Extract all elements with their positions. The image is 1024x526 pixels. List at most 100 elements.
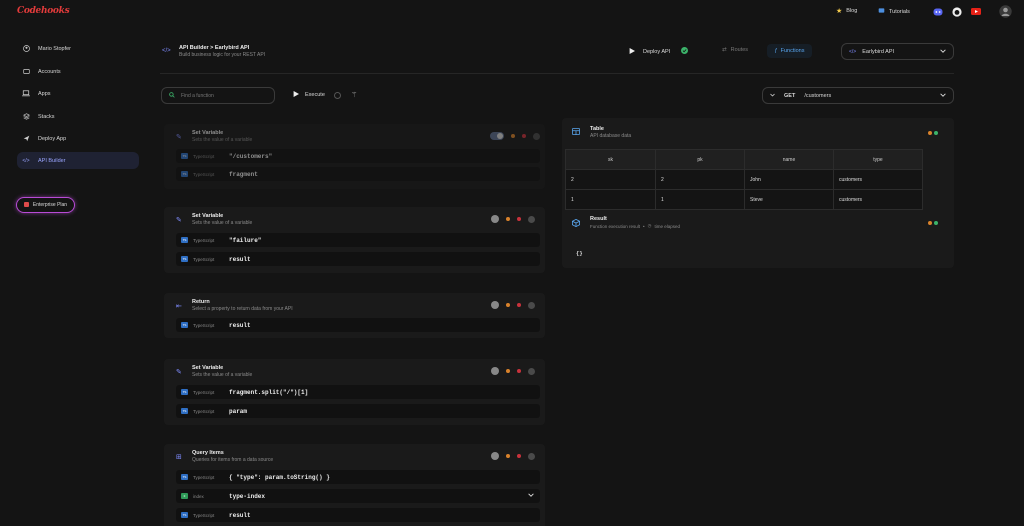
endpoint-selector[interactable]: GET /customers: [762, 87, 954, 104]
chevron-down-icon: [940, 92, 946, 99]
language-label: TypeScript: [193, 389, 215, 395]
star-icon: ★: [836, 8, 843, 15]
step-toggle[interactable]: [491, 301, 499, 309]
sidebar-item-apps[interactable]: Apps: [17, 85, 139, 102]
edit-icon: ✎: [176, 369, 182, 376]
language-label: TypeScript: [193, 256, 215, 262]
step-input-row[interactable]: TS TypeScript result: [176, 508, 540, 522]
tab-routes[interactable]: ⇄ Routes: [722, 47, 748, 53]
step-menu-dot[interactable]: [528, 301, 535, 309]
typescript-icon: TS: [181, 389, 188, 395]
table-row[interactable]: 2 2 John customers: [565, 169, 923, 190]
sidebar-item-stacks[interactable]: Stacks: [17, 108, 139, 125]
return-icon: ⇤: [176, 303, 182, 310]
laptop-icon: [22, 90, 30, 98]
table-cell: 1: [565, 189, 656, 210]
avatar[interactable]: [998, 4, 1012, 18]
step-input-row[interactable]: TS TypeScript { "type": param.toString()…: [176, 470, 540, 484]
language-label: TypeScript: [193, 322, 215, 328]
step-toggle[interactable]: [491, 367, 499, 375]
functions-label: Functions: [780, 48, 805, 54]
language-label: TypeScript: [193, 171, 215, 177]
column-header[interactable]: pk: [655, 149, 745, 170]
sidebar-item-label: Accounts: [38, 68, 61, 75]
step-card-set-variable-2[interactable]: ✎ Set Variable Sets the value of a varia…: [164, 207, 545, 273]
column-header[interactable]: type: [833, 149, 923, 170]
step-controls: [491, 301, 535, 309]
stacks-icon: [22, 113, 30, 121]
step-input-row[interactable]: TS TypeScript result: [176, 252, 540, 266]
sidebar-item-accounts[interactable]: Accounts: [17, 63, 139, 80]
sidebar-item-api-builder[interactable]: </> API Builder: [17, 152, 139, 169]
status-dot-orange: [506, 217, 510, 221]
step-controls: [491, 452, 535, 460]
step-description: Select a property to return data from yo…: [192, 306, 293, 312]
function-search[interactable]: [161, 87, 275, 104]
index-icon: ≡: [181, 493, 188, 499]
github-icon[interactable]: [951, 6, 962, 17]
status-dot-green: [934, 131, 938, 135]
edit-icon: ✎: [176, 134, 182, 141]
code-value: result: [229, 255, 251, 263]
status-dot-red: [517, 217, 521, 221]
discord-icon[interactable]: [932, 6, 943, 17]
execution-status-indicator: [334, 92, 341, 99]
step-menu-dot[interactable]: [528, 452, 535, 460]
table-row[interactable]: 1 1 Steve customers: [565, 189, 923, 210]
sidebar-item-label: Stacks: [38, 113, 55, 120]
api-selector[interactable]: </> Earlybird API: [841, 43, 954, 60]
table-cell: 1: [655, 189, 745, 210]
sidebar-item-label: Mario Stopfer: [38, 45, 72, 52]
status-dot-red: [522, 134, 526, 138]
typescript-icon: TS: [181, 256, 188, 262]
step-input-row[interactable]: TS TypeScript fragment: [176, 167, 540, 181]
step-input-row[interactable]: TS TypeScript result: [176, 318, 540, 332]
tutorials-link[interactable]: Tutorials: [878, 7, 910, 16]
step-menu-dot[interactable]: [528, 215, 535, 223]
code-icon: </>: [162, 48, 171, 54]
step-menu-dot[interactable]: [528, 367, 535, 375]
sidebar-item-profile[interactable]: Mario Stopfer: [17, 40, 139, 57]
step-select-row[interactable]: ≡ index type-index: [176, 489, 540, 503]
tutorials-icon: [878, 7, 885, 16]
step-card-set-variable-1[interactable]: ✎ Set Variable Sets the value of a varia…: [164, 124, 545, 189]
column-header[interactable]: name: [744, 149, 834, 170]
step-input-row[interactable]: TS TypeScript param: [176, 404, 540, 418]
table-cell: customers: [833, 189, 923, 210]
clock-icon: ◷: [647, 223, 652, 228]
deploy-api-button[interactable]: Deploy API: [629, 47, 689, 56]
step-card-set-variable-3[interactable]: ✎ Set Variable Sets the value of a varia…: [164, 359, 545, 425]
user-icon: [22, 45, 30, 53]
execute-button[interactable]: Execute: [293, 91, 325, 99]
step-card-return[interactable]: ⇤ Return Select a property to return dat…: [164, 293, 545, 338]
youtube-icon[interactable]: [970, 6, 981, 17]
endpoint-path: /customers: [804, 92, 832, 99]
step-menu-dot[interactable]: [533, 132, 540, 140]
step-title: Set Variable: [192, 130, 224, 136]
step-toggle[interactable]: [491, 215, 499, 223]
sidebar-item-label: API Builder: [38, 157, 66, 164]
step-toggle[interactable]: [490, 132, 504, 140]
magic-wand-icon[interactable]: ⚚: [351, 91, 357, 99]
tab-functions[interactable]: ƒ Functions: [767, 44, 812, 58]
step-input-row[interactable]: TS TypeScript "failure": [176, 233, 540, 247]
result-subtitle: Function execution result: [590, 223, 641, 229]
chevron-down-icon[interactable]: [528, 493, 534, 499]
table-subtitle: API database data: [590, 133, 632, 139]
step-input-row[interactable]: TS TypeScript fragment.split("/")[1]: [176, 385, 540, 399]
search-input[interactable]: [181, 92, 261, 99]
column-header[interactable]: sk: [565, 149, 656, 170]
header-divider: [160, 73, 954, 74]
top-bar: Codehooks ★ Blog Tutorials: [0, 0, 1024, 24]
table-cell: 2: [565, 169, 656, 190]
brand-logo[interactable]: Codehooks: [17, 6, 70, 16]
sidebar-item-deploy-app[interactable]: Deploy App: [17, 130, 139, 147]
blog-label: Blog: [846, 8, 858, 14]
step-card-query-items[interactable]: ⊞ Query Items Queries for items from a d…: [164, 444, 545, 526]
result-output: {}: [576, 250, 583, 257]
step-input-row[interactable]: TS TypeScript "/customers": [176, 149, 540, 163]
step-toggle[interactable]: [491, 452, 499, 460]
result-status: [928, 221, 938, 225]
blog-link[interactable]: ★ Blog: [836, 7, 857, 15]
enterprise-plan-button[interactable]: Enterprise Plan: [16, 197, 75, 213]
